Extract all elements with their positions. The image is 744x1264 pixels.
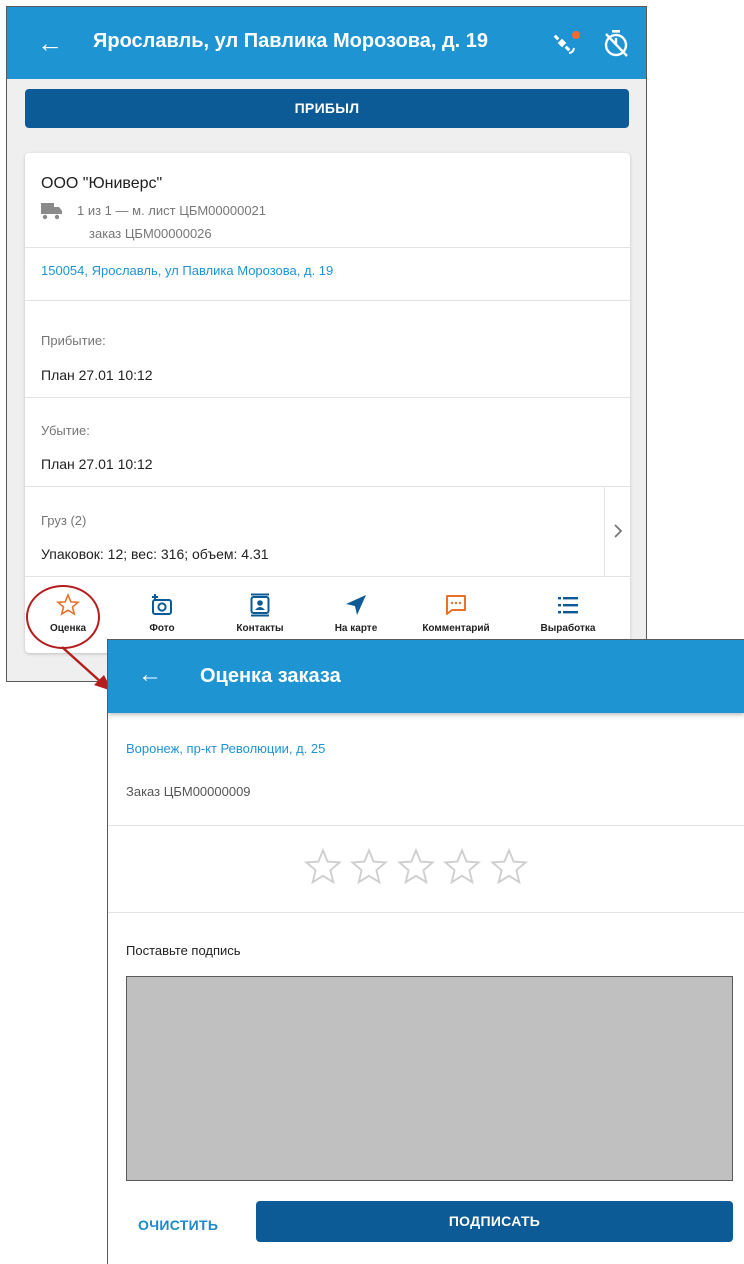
divider	[108, 825, 744, 826]
order-card: ООО "Юниверс" 1 из 1 — м. лист ЦБМ000000…	[25, 153, 630, 653]
rating-stars	[304, 848, 532, 892]
address-link[interactable]: Воронеж, пр-кт Революции, д. 25	[126, 741, 325, 756]
divider	[108, 912, 744, 913]
cargo-value: Упаковок: 12; вес: 316; объем: 4.31	[41, 546, 269, 562]
camera-add-icon	[152, 594, 172, 615]
arrived-button[interactable]: ПРИБЫЛ	[25, 89, 629, 128]
action-label: Контакты	[236, 623, 284, 634]
action-label: Фото	[149, 623, 175, 634]
order-number: Заказ ЦБМ00000009	[126, 784, 251, 799]
navigation-icon	[346, 595, 366, 615]
divider	[25, 397, 630, 398]
action-label: Комментарий	[422, 623, 490, 634]
star-rating-4[interactable]	[443, 848, 482, 886]
divider	[25, 247, 630, 248]
divider	[25, 486, 630, 487]
order-number: заказ ЦБМ00000026	[89, 226, 212, 241]
signature-label: Поставьте подпись	[126, 943, 241, 958]
sign-button[interactable]: ПОДПИСАТЬ	[256, 1201, 733, 1242]
action-photo-button[interactable]: Фото	[117, 579, 207, 634]
divider	[25, 576, 630, 577]
contacts-icon	[250, 593, 270, 617]
back-arrow-icon[interactable]: ←	[138, 661, 162, 689]
action-output-button[interactable]: Выработка	[523, 579, 613, 634]
route-point-screen: ← Ярославль, ул Павлика Морозова, д. 19 …	[6, 6, 647, 682]
back-arrow-icon[interactable]: ←	[37, 29, 63, 57]
departure-label: Убытие:	[41, 423, 90, 438]
star-rating-5[interactable]	[489, 848, 528, 886]
address-link[interactable]: 150054, Ярославль, ул Павлика Морозова, …	[41, 263, 333, 278]
star-rating-2[interactable]	[350, 848, 389, 886]
action-comment-button[interactable]: Комментарий	[411, 579, 501, 634]
page-title: Ярославль, ул Павлика Морозова, д. 19	[93, 30, 489, 52]
action-label: На карте	[334, 623, 378, 634]
cargo-expand-button[interactable]	[604, 486, 630, 576]
arrival-label: Прибытие:	[41, 333, 106, 348]
signature-pad[interactable]	[126, 976, 733, 1181]
list-icon	[558, 597, 578, 614]
client-name: ООО "Юниверс"	[41, 175, 163, 192]
divider	[25, 300, 630, 301]
order-rating-screen: ← Оценка заказа Воронеж, пр-кт Революции…	[107, 639, 744, 1264]
arrival-value: План 27.01 10:12	[41, 367, 153, 383]
star-rating-3[interactable]	[396, 848, 435, 886]
route-sheet-info: 1 из 1 — м. лист ЦБМ00000021	[77, 203, 267, 218]
app-bar: ← Оценка заказа	[108, 640, 744, 713]
clear-button[interactable]: ОЧИСТИТЬ	[138, 1217, 218, 1233]
departure-value: План 27.01 10:12	[41, 456, 153, 472]
action-contacts-button[interactable]: Контакты	[215, 579, 305, 634]
cargo-label: Груз (2)	[41, 513, 87, 528]
star-rating-1[interactable]	[304, 848, 342, 886]
action-map-button[interactable]: На карте	[311, 579, 401, 634]
chevron-right-icon	[614, 524, 623, 538]
comment-icon	[446, 595, 466, 615]
timer-off-icon[interactable]	[601, 27, 631, 59]
app-bar: ← Ярославль, ул Павлика Морозова, д. 19	[7, 7, 646, 79]
truck-route-icon	[41, 203, 62, 220]
highlight-circle	[26, 585, 100, 649]
page-title: Оценка заказа	[200, 665, 341, 687]
gps-satellite-icon[interactable]	[551, 29, 583, 59]
action-label: Выработка	[540, 623, 596, 634]
